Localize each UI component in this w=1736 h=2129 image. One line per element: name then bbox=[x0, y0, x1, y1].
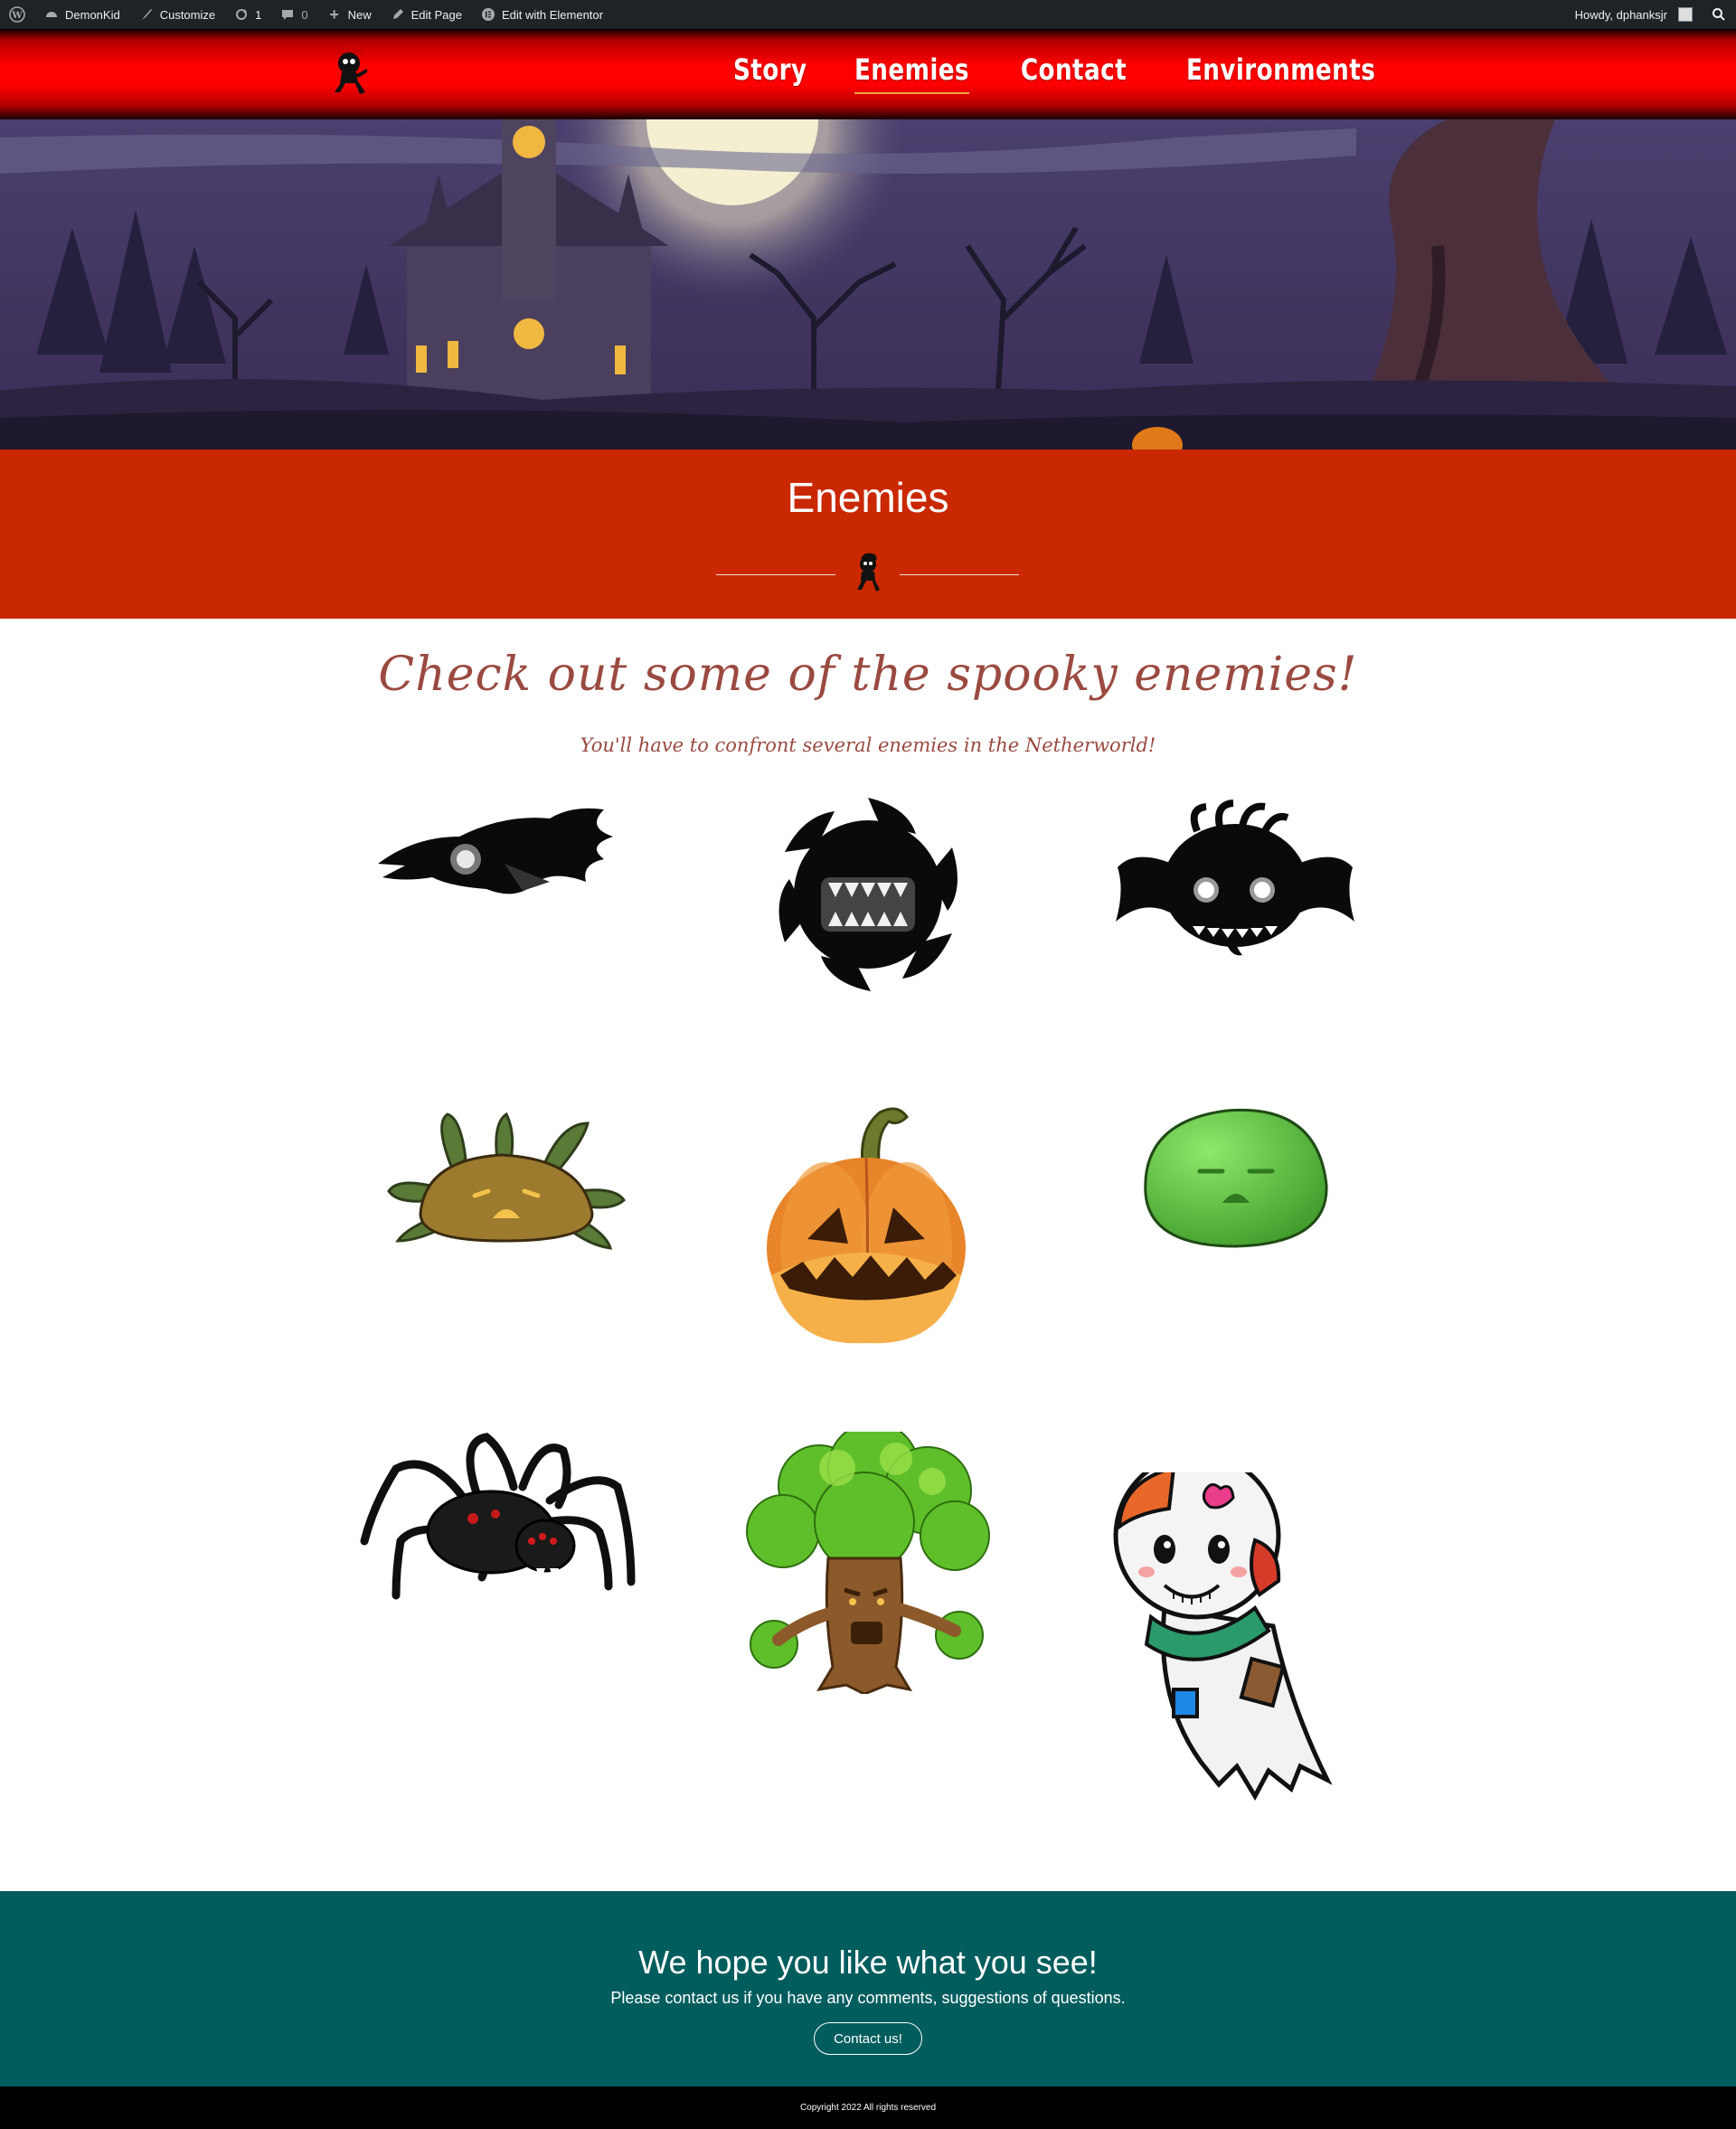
title-divider-right bbox=[900, 574, 1019, 575]
tree-enemy-icon bbox=[738, 1422, 993, 1696]
contact-cta-section: We hope you like what you see! Please co… bbox=[0, 1891, 1736, 2086]
plus-icon: + bbox=[329, 5, 339, 24]
comments-count: 0 bbox=[301, 7, 308, 22]
howdy-label: Howdy, dphanksjr bbox=[1574, 7, 1667, 22]
pencil-icon bbox=[390, 6, 406, 23]
new-content-link[interactable]: + New bbox=[317, 0, 381, 29]
avatar bbox=[1678, 7, 1693, 22]
cta-title: We hope you like what you see! bbox=[638, 1944, 1098, 1981]
pumpkin-enemy-icon bbox=[762, 1103, 970, 1346]
updates-count: 1 bbox=[255, 7, 262, 22]
demon-kid-logo[interactable] bbox=[327, 42, 371, 98]
svg-text:W: W bbox=[11, 11, 23, 21]
admin-search[interactable] bbox=[1702, 0, 1736, 29]
page-title: Enemies bbox=[787, 474, 949, 521]
cta-text: Please contact us if you have any commen… bbox=[610, 1989, 1126, 2007]
enemies-heading: Check out some of the spooky enemies! bbox=[378, 648, 1358, 702]
nav-story[interactable]: Story bbox=[732, 52, 807, 87]
enemies-subheading: You'll have to confront several enemies … bbox=[580, 734, 1156, 756]
comments-link[interactable]: 0 bbox=[270, 0, 316, 29]
wordpress-menu[interactable]: W bbox=[0, 0, 34, 29]
edit-page-label: Edit Page bbox=[410, 7, 462, 22]
nav-environments[interactable]: Environments bbox=[1186, 52, 1375, 87]
paintbrush-icon bbox=[138, 6, 155, 23]
contact-us-button[interactable]: Contact us! bbox=[814, 2022, 922, 2055]
updates-link[interactable]: 1 bbox=[224, 0, 270, 29]
edit-elementor-link[interactable]: Edit with Elementor bbox=[471, 0, 612, 29]
search-icon bbox=[1711, 6, 1727, 23]
bat-enemy-icon bbox=[1116, 800, 1354, 962]
title-divider-left bbox=[716, 574, 835, 575]
customize-label: Customize bbox=[159, 7, 216, 22]
new-label: New bbox=[347, 7, 372, 22]
site-header: Story Enemies Contact Environments bbox=[0, 29, 1736, 119]
nav-enemies[interactable]: Enemies bbox=[854, 52, 969, 94]
demon-kid-divider-icon bbox=[853, 552, 883, 593]
comment-icon bbox=[279, 6, 296, 23]
customize-link[interactable]: Customize bbox=[129, 0, 224, 29]
footer-copyright: Copyright 2022 All rights reserved bbox=[0, 2086, 1736, 2129]
green-slime-enemy-icon bbox=[1141, 1103, 1329, 1250]
dashboard-icon bbox=[43, 6, 60, 23]
hero-haunted-house-image bbox=[0, 119, 1736, 449]
admin-bar: W DemonKid Customize 1 0 + New Edit Page bbox=[0, 0, 1736, 29]
sawblade-enemy-icon bbox=[771, 798, 965, 991]
site-name-label: DemonKid bbox=[65, 7, 120, 22]
elementor-icon bbox=[480, 6, 496, 23]
crow-enemy-icon bbox=[378, 800, 624, 923]
wordpress-icon: W bbox=[9, 6, 25, 23]
nav-contact[interactable]: Contact bbox=[1021, 52, 1127, 87]
main-nav: Story Enemies Contact Environments bbox=[725, 52, 1396, 94]
update-icon bbox=[233, 6, 250, 23]
edit-page-link[interactable]: Edit Page bbox=[381, 0, 471, 29]
copyright-text: Copyright 2022 All rights reserved bbox=[799, 2103, 937, 2113]
ghost-enemy-icon bbox=[1110, 1452, 1356, 1805]
edit-elementor-label: Edit with Elementor bbox=[501, 7, 603, 22]
mud-slime-enemy-icon bbox=[380, 1105, 629, 1253]
account-menu[interactable]: Howdy, dphanksjr bbox=[1566, 0, 1702, 29]
site-name-link[interactable]: DemonKid bbox=[34, 0, 129, 29]
spider-enemy-icon bbox=[360, 1433, 640, 1600]
